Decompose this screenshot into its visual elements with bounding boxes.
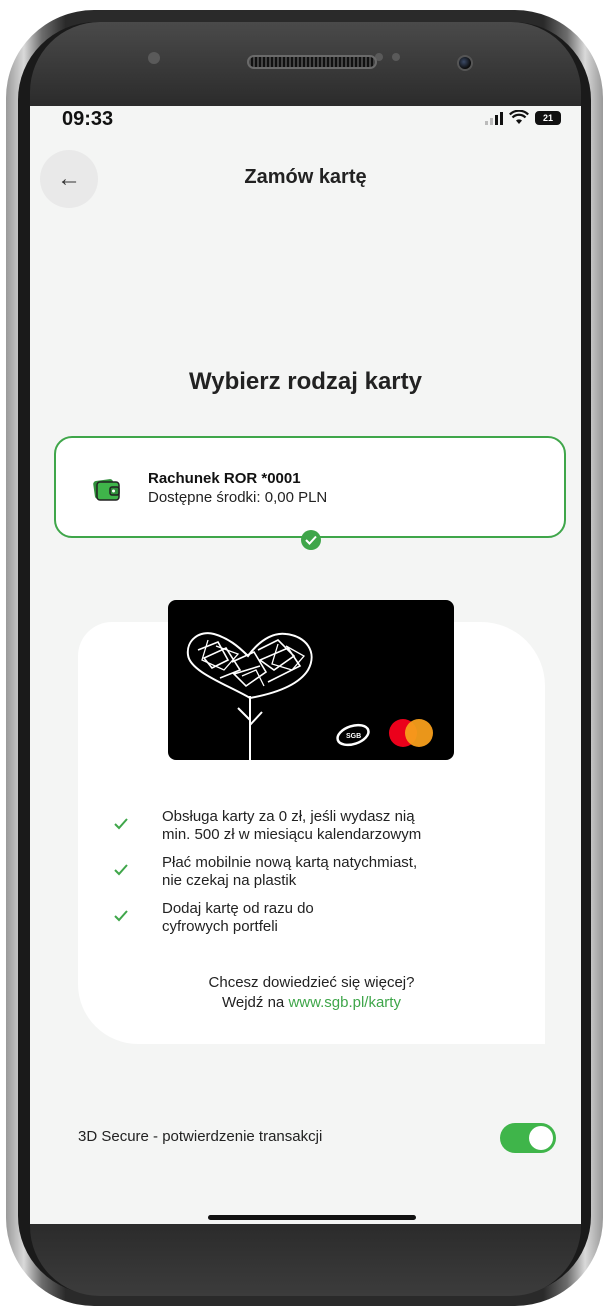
sensor-dot [392,53,400,61]
sensor-dot [148,52,160,64]
phone-bottom-bezel [30,1224,581,1296]
feature-line: nie czekaj na plastik [162,872,297,889]
mastercard-orange-circle [405,719,433,747]
wifi-icon [509,110,529,124]
check-icon [114,910,128,922]
more-info-prefix: Wejdź na [222,994,289,1011]
feature-line: min. 500 zł w miesiącu kalendarzowym [162,826,422,843]
more-info-line: Wejdź na www.sgb.pl/karty [78,994,545,1011]
app-screen: 09:33 21 ← Zamów kartę Wybierz rodzaj ka… [30,106,581,1224]
account-funds: Dostępne środki: 0,00 PLN [148,489,328,506]
more-info-question: Chcesz dowiedzieć się więcej? [208,974,415,991]
payment-card-image: SGB [168,600,454,760]
check-icon [114,818,128,830]
check-icon [114,864,128,876]
status-time: 09:33 [62,108,114,130]
list-item: Płać mobilnie nową kartą natychmiast, ni… [114,854,534,890]
front-camera [457,55,473,71]
feature-line: Obsługa karty za 0 zł, jeśli wydasz nią [162,808,415,825]
3d-secure-label: 3D Secure - potwierdzenie transakcji [78,1128,323,1145]
home-indicator[interactable] [208,1215,416,1220]
card-artwork: SGB [186,632,433,760]
list-item: Dodaj kartę od razu do cyfrowych portfel… [114,900,534,936]
earpiece-speaker [247,55,377,69]
list-item: Obsługa karty za 0 zł, jeśli wydasz nią … [114,808,534,844]
page-title: Zamów kartę [244,166,367,188]
feature-line: cyfrowych portfeli [162,918,278,935]
3d-secure-toggle[interactable] [500,1123,556,1153]
feature-line: Płać mobilnie nową kartą natychmiast, [162,854,418,871]
signal-icon [485,111,503,125]
wallet-icon [93,479,120,501]
section-heading: Wybierz rodzaj karty [189,368,422,395]
sgb-logo: SGB [336,723,370,747]
sgb-logo-text: SGB [346,733,361,740]
battery-icon: 21 [535,110,561,125]
toggle-knob [529,1126,553,1150]
feature-list: Obsługa karty za 0 zł, jeśli wydasz nią … [114,808,534,946]
status-icons: 21 [485,110,561,125]
more-info-link[interactable]: www.sgb.pl/karty [288,994,401,1011]
selected-check-icon [301,530,321,550]
account-selector[interactable]: Rachunek ROR *0001 Dostępne środki: 0,00… [54,436,566,538]
account-name: Rachunek ROR *0001 [148,470,301,487]
feature-line: Dodaj kartę od razu do [162,900,314,917]
